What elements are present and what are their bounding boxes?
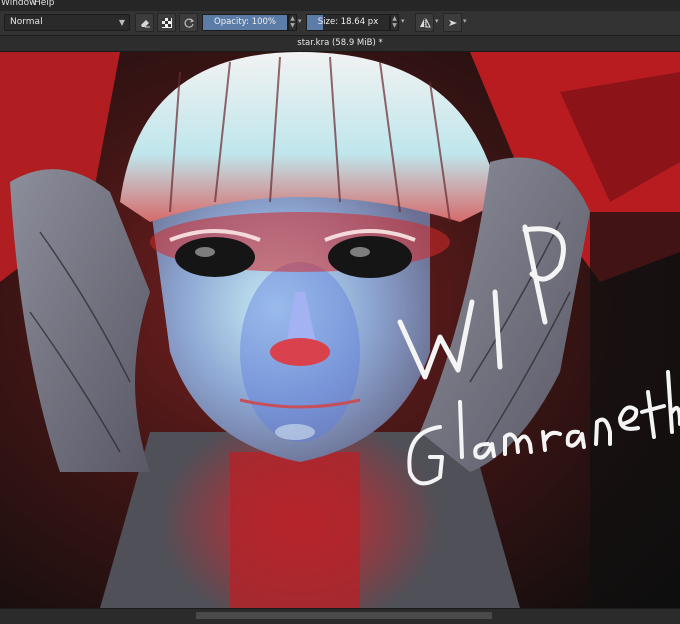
menu-window[interactable]: Window: [1, 0, 37, 9]
size-spin[interactable]: ▲ ▼: [390, 14, 399, 31]
opacity-menu-icon[interactable]: ▾: [298, 17, 302, 25]
document-tab[interactable]: star.kra (58.9 MiB) *: [0, 36, 680, 52]
horizontal-scrollbar[interactable]: [0, 608, 680, 624]
wrap-menu-icon[interactable]: ▾: [463, 17, 467, 25]
wrap-mode-button[interactable]: [443, 13, 462, 32]
drawing-canvas[interactable]: [0, 52, 680, 608]
eraser-toggle-button[interactable]: [135, 13, 154, 32]
checker-icon: [161, 17, 172, 28]
mirror-icon: [419, 17, 431, 28]
blend-mode-select[interactable]: Normal ▼: [4, 14, 130, 31]
brush-toolbar: Normal ▼ Opacity: 100% ▲ ▼ ▾ Size: 18.64 …: [0, 11, 680, 36]
menu-help[interactable]: Help: [34, 0, 55, 9]
reload-preset-button[interactable]: [179, 13, 198, 32]
menu-bar: Window Help: [0, 0, 680, 11]
scrollbar-thumb[interactable]: [196, 612, 492, 619]
document-title: star.kra (58.9 MiB) *: [297, 38, 383, 48]
opacity-label: Opacity: 100%: [214, 17, 276, 27]
wip-signature-overlay: [397, 224, 680, 486]
size-label: Size: 18.64 px: [317, 17, 379, 27]
opacity-spin[interactable]: ▲ ▼: [288, 14, 297, 31]
chevron-down-icon: ▼: [118, 18, 125, 27]
mirror-menu-icon[interactable]: ▾: [435, 17, 439, 25]
preserve-alpha-button[interactable]: [157, 13, 176, 32]
size-slider[interactable]: Size: 18.64 px: [306, 14, 390, 31]
eraser-icon: [140, 19, 150, 27]
arrow-right-icon: [448, 19, 457, 26]
reload-icon: [184, 18, 194, 28]
opacity-slider[interactable]: Opacity: 100%: [202, 14, 288, 31]
size-menu-icon[interactable]: ▾: [401, 17, 405, 25]
mirror-horizontal-button[interactable]: [415, 13, 434, 32]
blend-mode-value: Normal: [10, 17, 43, 27]
